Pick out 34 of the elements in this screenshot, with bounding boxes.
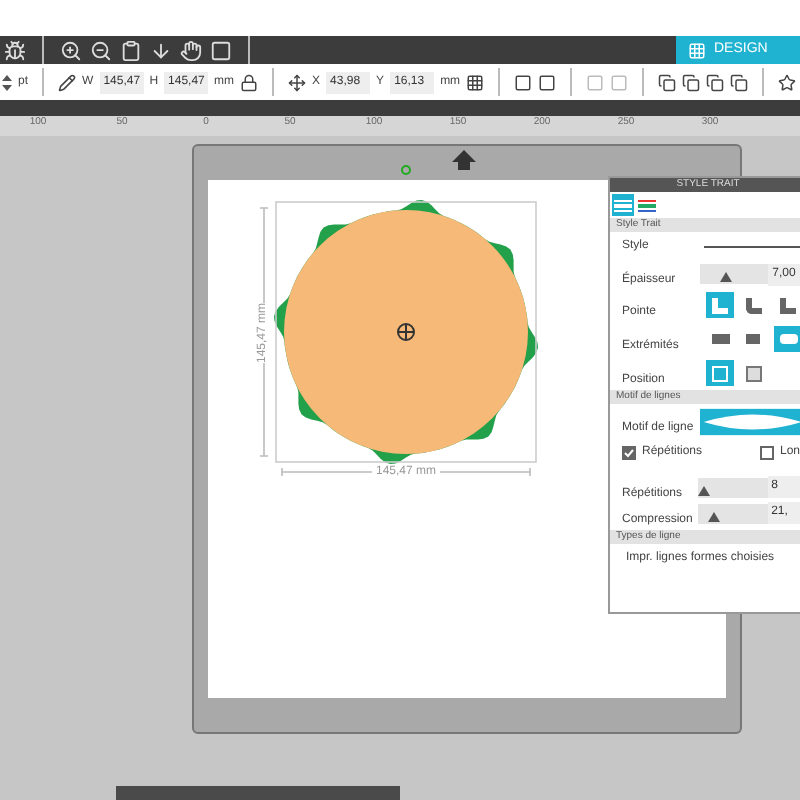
arrange-icon[interactable] [658,73,677,91]
slider[interactable] [697,477,768,497]
rotate-handle[interactable] [401,165,411,175]
arrange-icon[interactable] [730,73,749,91]
slider-thumb[interactable] [720,272,733,282]
pencil-icon[interactable] [58,73,77,91]
grid-icon [688,41,706,59]
frame-icon[interactable] [210,39,232,61]
panel-tab[interactable] [636,194,658,216]
move-icon[interactable] [288,73,307,91]
slider[interactable] [697,503,768,523]
center-target-icon[interactable] [397,323,415,341]
arrow-down-icon[interactable] [150,39,172,61]
align-icon[interactable] [514,73,533,91]
scrollbar-thumb[interactable] [116,786,400,800]
checkbox[interactable] [622,445,636,459]
option-button[interactable] [774,292,800,318]
thickness-slider[interactable] [700,264,769,284]
zoom-in-icon[interactable] [60,39,82,61]
bug-icon[interactable] [4,39,26,61]
arrange-icon[interactable] [682,73,701,91]
star-icon[interactable] [778,73,797,91]
arrange-icon[interactable] [706,73,725,91]
option-button[interactable] [740,292,768,318]
clipboard-icon[interactable] [120,39,142,61]
checkbox[interactable] [760,445,774,459]
spinner-icon[interactable] [2,73,12,91]
hand-icon[interactable] [180,39,202,61]
lock-icon[interactable] [240,73,259,91]
center-icon[interactable] [538,73,557,91]
option-button[interactable] [740,360,768,386]
grid-icon[interactable] [466,73,485,91]
up-arrow-icon[interactable] [452,150,476,170]
zoom-out-icon[interactable] [90,39,112,61]
